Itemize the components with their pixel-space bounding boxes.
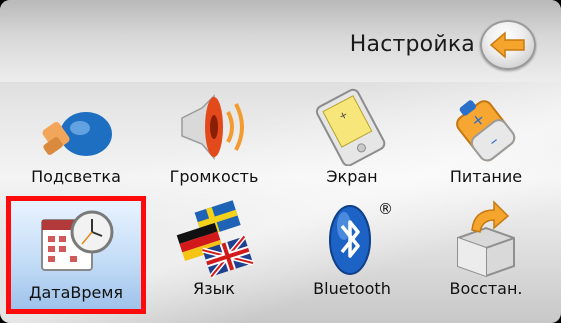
battery-icon: + – [456,100,516,162]
tile-label: Экран [326,167,378,186]
tile-volume[interactable]: Громкость [148,88,280,198]
back-arrow-icon [489,31,525,59]
tile-language[interactable]: Язык [148,200,280,310]
tile-restore[interactable]: Восстан. [420,200,552,310]
tile-label: Громкость [169,167,259,186]
header-bar: Настройка [0,0,561,82]
tile-label: Язык [193,279,235,298]
restore-box-icon [457,200,515,278]
tile-label: Подсветка [31,167,121,186]
registered-mark: ® [378,200,393,218]
flags-icon [176,200,254,278]
page-title: Настройка [349,32,475,57]
speaker-icon [181,94,244,161]
tile-label: ДатаВремя [28,283,124,302]
back-button[interactable] [480,20,536,70]
calendar-clock-icon [41,210,114,271]
pda-screen-icon: + [315,88,386,166]
settings-screen: Настройка Подсветка Громкость + Экран + … [0,0,561,323]
tile-power[interactable]: + – Питание [420,88,552,198]
lightbulb-icon [42,112,112,156]
tile-label: Питание [449,167,523,186]
tile-screen[interactable]: + Экран [286,88,418,198]
tile-backlight[interactable]: Подсветка [10,88,142,198]
tile-label: Восстан. [449,279,523,298]
tile-datetime[interactable]: ДатаВремя [6,196,146,314]
tile-label: Bluetooth [313,279,391,298]
tile-bluetooth[interactable]: ® Bluetooth [286,200,418,310]
